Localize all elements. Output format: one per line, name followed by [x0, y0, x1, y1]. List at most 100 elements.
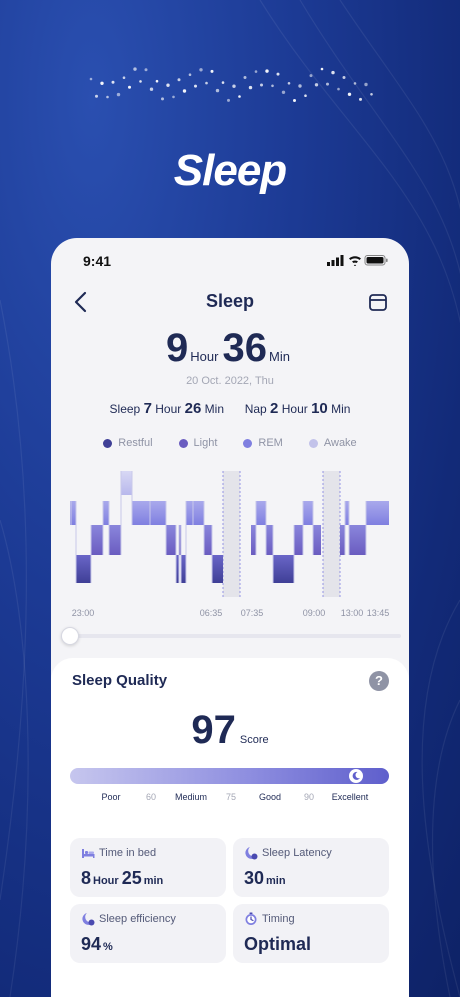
- decor-dot: [359, 97, 362, 101]
- decor-dot: [326, 82, 329, 86]
- chart-gap-region: [223, 471, 240, 597]
- scale-medium: Medium: [174, 792, 208, 802]
- score-value: 97: [191, 708, 236, 752]
- x-tick-label: 06:35: [200, 608, 223, 618]
- decor-dot: [304, 94, 307, 97]
- metric-value: Optimal: [244, 934, 311, 955]
- sleep-date: 20 Oct. 2022, Thu: [186, 375, 274, 387]
- sleep-stage-block: [366, 501, 389, 525]
- decor-dot: [166, 83, 170, 87]
- sleep-quality-panel: Sleep Quality ? 97 Score Poor 60 Medium 7…: [51, 658, 409, 997]
- metric-sleep-efficiency[interactable]: Sleep efficiency 94%: [70, 904, 226, 963]
- metric-label: Time in bed: [99, 847, 157, 859]
- decor-dot: [248, 85, 253, 90]
- legend-label: Light: [193, 437, 218, 449]
- decor-dot: [337, 87, 340, 91]
- sleep-stage-block: [71, 501, 76, 525]
- nap-min-unit: Min: [331, 402, 351, 416]
- page-title: Sleep: [205, 291, 255, 311]
- decor-dot: [364, 82, 368, 87]
- decor-dot: [95, 94, 98, 98]
- x-tick-label: 09:00: [303, 608, 326, 618]
- sleep-nap-breakdown: Sleep 7 Hour 26 Min Nap 2 Hour 10 Min: [51, 400, 409, 417]
- metric-unit: Hour: [93, 875, 119, 887]
- x-tick-label: 13:45: [367, 608, 390, 618]
- legend-label: REM: [258, 437, 283, 449]
- scale-good: Good: [258, 792, 282, 802]
- metric-unit: %: [103, 941, 113, 953]
- sleep-stage-block: [294, 525, 303, 555]
- phone-screen: 9:41 Sleep 9 Hour 36 Min 20 Oct. 2022, Thu …: [51, 238, 409, 997]
- sleep-stage-chart: 23:00 06:35 07:35 09:00 13:00 13:45: [70, 471, 390, 618]
- decor-dot: [161, 97, 164, 101]
- sleep-stage-block: [186, 501, 193, 525]
- decor-dot: [265, 69, 269, 73]
- calendar-icon[interactable]: [367, 291, 389, 313]
- metric-timing[interactable]: Timing Optimal: [233, 904, 389, 963]
- status-time: 9:41: [83, 253, 112, 269]
- metric-time-in-bed[interactable]: Time in bed 8 Hour 25 min: [70, 838, 226, 897]
- decor-dot: [116, 92, 121, 97]
- sleep-min-unit: Min: [204, 402, 224, 416]
- timeline-slider[interactable]: [61, 627, 409, 645]
- decor-dot: [205, 81, 208, 85]
- clock-icon: [245, 912, 257, 925]
- sleep-stage-block: [212, 555, 223, 583]
- legend-label: Awake: [323, 437, 357, 449]
- decor-dot: [243, 76, 247, 79]
- decor-dot: [139, 80, 142, 83]
- legend-awake: Awake: [308, 437, 357, 449]
- sleep-stage-block: [109, 525, 121, 555]
- legend-dot: [308, 438, 318, 448]
- scale-excellent: Excellent: [331, 792, 369, 802]
- total-minutes: 36: [222, 326, 267, 370]
- slider-track: [61, 634, 401, 638]
- slider-handle[interactable]: [61, 627, 79, 645]
- decor-dot: [188, 73, 192, 76]
- sleep-stage-block: [166, 525, 176, 555]
- decor-dot: [144, 68, 148, 72]
- decor-dot: [111, 80, 115, 84]
- scale-60: 60: [145, 792, 157, 802]
- status-bar: 9:41: [51, 238, 409, 284]
- legend-label: Restful: [118, 437, 153, 449]
- sleep-stage-block: [340, 525, 345, 555]
- sleep-stage-block: [303, 501, 313, 525]
- sleep-stage-block: [181, 555, 186, 583]
- metric-sleep-latency[interactable]: Sleep Latency 30 min: [233, 838, 389, 897]
- decor-dot: [221, 81, 225, 84]
- decor-dot: [238, 95, 241, 98]
- decor-dot: [287, 82, 291, 85]
- min-unit: Min: [268, 349, 290, 364]
- decor-dot: [177, 78, 181, 82]
- metric-label: Sleep efficiency: [99, 913, 176, 925]
- help-icon[interactable]: ?: [369, 671, 389, 691]
- sleep-stage-block: [132, 501, 150, 525]
- decor-dot: [128, 85, 131, 89]
- moon-icon: [82, 913, 95, 926]
- scale-poor: Poor: [101, 792, 121, 802]
- decor-dot: [172, 95, 175, 99]
- hero-title: Sleep: [173, 146, 287, 195]
- decor-dot: [133, 67, 137, 71]
- sleep-stage-block: [251, 525, 256, 555]
- decor-dot: [331, 70, 335, 75]
- scale-75: 75: [225, 792, 237, 802]
- sleep-stage-block: [204, 525, 212, 555]
- moon-icon: [349, 769, 363, 783]
- quality-scale: Poor 60 Medium 75 Good 90 Excellent: [51, 792, 409, 806]
- metric-unit: min: [143, 875, 164, 887]
- bed-icon: [82, 849, 95, 858]
- sleep-quality-title: Sleep Quality: [72, 672, 168, 689]
- scale-90: 90: [303, 792, 315, 802]
- hour-unit: Hour: [190, 349, 219, 364]
- x-tick-label: 07:35: [241, 608, 264, 618]
- decor-dot: [194, 84, 197, 88]
- decor-dot: [347, 92, 352, 96]
- sleep-stage-block: [150, 501, 166, 525]
- decor-dot: [353, 82, 357, 85]
- sleep-stage-block: [121, 471, 132, 495]
- metric-text: Optimal: [244, 934, 312, 954]
- legend-light: Light: [178, 437, 218, 449]
- score-label: Score: [239, 734, 269, 746]
